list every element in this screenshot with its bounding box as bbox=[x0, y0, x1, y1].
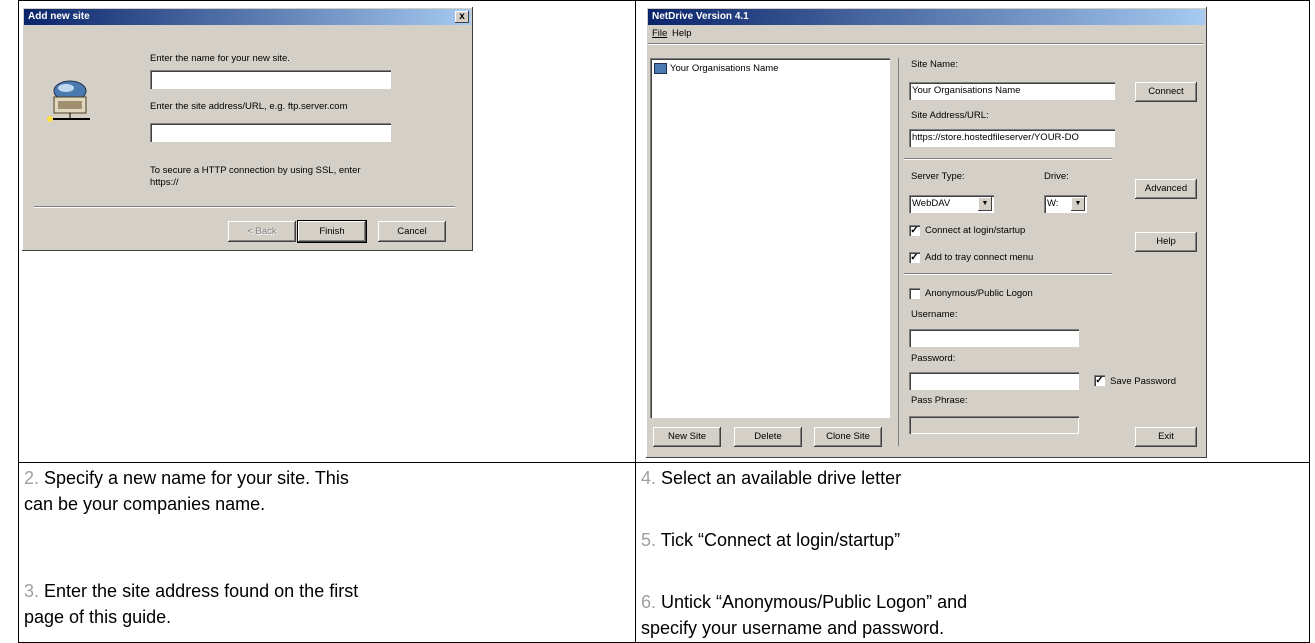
site-address-field[interactable]: https://store.hostedfileserver/YOUR-DO bbox=[909, 129, 1115, 147]
panel-divider bbox=[898, 58, 899, 446]
site-icon bbox=[654, 63, 667, 74]
dialog-title: Add new site bbox=[28, 11, 90, 22]
dialog-separator bbox=[34, 206, 455, 208]
network-drive-icon bbox=[47, 80, 90, 122]
step-3-text: Enter the site address found on the firs… bbox=[39, 581, 359, 601]
drive-select[interactable]: W: ▼ bbox=[1044, 195, 1087, 213]
step-2-caption: 2. Specify a new name for your site. Thi… bbox=[24, 465, 624, 517]
password-label: Password: bbox=[911, 353, 956, 364]
username-label: Username: bbox=[911, 309, 958, 320]
connect-login-checkbox[interactable]: ✓ bbox=[909, 225, 920, 236]
connect-button[interactable]: Connect bbox=[1135, 82, 1197, 102]
cancel-button[interactable]: Cancel bbox=[378, 221, 446, 242]
anonymous-checkbox[interactable] bbox=[909, 288, 920, 299]
step-4-text: Select an available drive letter bbox=[656, 468, 902, 488]
pass-phrase-label: Pass Phrase: bbox=[911, 395, 968, 406]
password-field[interactable] bbox=[909, 372, 1079, 390]
section-separator-1 bbox=[904, 158, 1112, 160]
new-site-button[interactable]: New Site bbox=[653, 427, 721, 447]
back-button[interactable]: < Back bbox=[228, 221, 296, 242]
chevron-down-icon[interactable]: ▼ bbox=[978, 197, 992, 211]
netdrive-title: NetDrive Version 4.1 bbox=[652, 11, 749, 22]
site-name-field[interactable]: Your Organisations Name bbox=[909, 82, 1115, 100]
site-name-prompt: Enter the name for your new site. bbox=[150, 53, 290, 64]
step-6-line2: specify your username and password. bbox=[641, 618, 945, 638]
server-type-label: Server Type: bbox=[911, 171, 965, 182]
step-2-line2: can be your companies name. bbox=[24, 494, 266, 514]
step-3-line2: page of this guide. bbox=[24, 607, 172, 627]
table-border-top bbox=[18, 0, 1310, 1]
save-password-checkbox[interactable]: ✓ bbox=[1094, 375, 1105, 386]
table-border-right bbox=[1309, 0, 1310, 643]
ssl-note-line2: https:// bbox=[150, 177, 179, 188]
advanced-button[interactable]: Advanced bbox=[1135, 179, 1197, 199]
connect-login-label: Connect at login/startup bbox=[925, 225, 1026, 236]
step-2-number: 2. bbox=[24, 468, 40, 488]
pass-phrase-field[interactable] bbox=[909, 416, 1079, 434]
step-3-number: 3. bbox=[24, 581, 40, 601]
add-new-site-dialog: Add new site x Enter the name for your n… bbox=[21, 6, 474, 252]
step-2-text: Specify a new name for your site. This bbox=[39, 468, 349, 488]
delete-button[interactable]: Delete bbox=[734, 427, 802, 447]
netdrive-titlebar: NetDrive Version 4.1 bbox=[648, 9, 1205, 25]
chevron-down-icon[interactable]: ▼ bbox=[1071, 197, 1085, 211]
table-row-divider bbox=[18, 462, 1310, 463]
drive-label: Drive: bbox=[1044, 171, 1069, 182]
table-column-divider bbox=[635, 0, 636, 643]
section-separator-2 bbox=[904, 273, 1112, 275]
netdrive-window: NetDrive Version 4.1 File Help Your Orga… bbox=[645, 6, 1208, 459]
step-3-caption: 3. Enter the site address found on the f… bbox=[24, 578, 624, 630]
step-6-text: Untick “Anonymous/Public Logon” and bbox=[656, 592, 968, 612]
anonymous-label: Anonymous/Public Logon bbox=[925, 288, 1033, 299]
list-item[interactable]: Your Organisations Name bbox=[654, 63, 778, 74]
site-name-label: Site Name: bbox=[911, 59, 958, 70]
finish-button[interactable]: Finish bbox=[297, 220, 367, 243]
add-tray-checkbox[interactable]: ✓ bbox=[909, 252, 920, 263]
step-6-caption: 6. Untick “Anonymous/Public Logon” and s… bbox=[641, 589, 1301, 641]
step-5-number: 5. bbox=[641, 530, 657, 550]
help-button[interactable]: Help bbox=[1135, 232, 1197, 252]
menu-help[interactable]: Help bbox=[672, 28, 692, 39]
table-border-left bbox=[18, 0, 19, 643]
step-6-line1: 6. Untick “Anonymous/Public Logon” and bbox=[641, 589, 1301, 615]
exit-button[interactable]: Exit bbox=[1135, 427, 1197, 447]
site-name-input[interactable] bbox=[150, 70, 391, 89]
ssl-note-line1: To secure a HTTP connection by using SSL… bbox=[150, 165, 361, 176]
save-password-label: Save Password bbox=[1110, 376, 1177, 387]
site-address-prompt: Enter the site address/URL, e.g. ftp.ser… bbox=[150, 101, 348, 112]
add-tray-label: Add to tray connect menu bbox=[925, 252, 1034, 263]
step-4-caption: 4. Select an available drive letter bbox=[641, 465, 1301, 491]
site-address-input[interactable] bbox=[150, 123, 391, 142]
site-address-label: Site Address/URL: bbox=[911, 110, 989, 121]
close-icon[interactable]: x bbox=[455, 11, 469, 23]
step-6-number: 6. bbox=[641, 592, 657, 612]
clone-site-button[interactable]: Clone Site bbox=[814, 427, 882, 447]
site-list-item-label: Your Organisations Name bbox=[670, 63, 779, 75]
dialog-titlebar: Add new site x bbox=[24, 9, 471, 25]
step-2-line1: 2. Specify a new name for your site. Thi… bbox=[24, 465, 624, 491]
site-list[interactable]: Your Organisations Name bbox=[650, 58, 890, 418]
step-5-caption: 5. Tick “Connect at login/startup” bbox=[641, 527, 1301, 553]
step-3-line1: 3. Enter the site address found on the f… bbox=[24, 578, 624, 604]
step-5-text: Tick “Connect at login/startup” bbox=[656, 530, 901, 550]
step-4-number: 4. bbox=[641, 468, 657, 488]
username-field[interactable] bbox=[909, 329, 1079, 347]
menu-file[interactable]: File bbox=[652, 28, 667, 39]
menu-separator bbox=[648, 43, 1203, 45]
server-type-select[interactable]: WebDAV ▼ bbox=[909, 195, 994, 213]
